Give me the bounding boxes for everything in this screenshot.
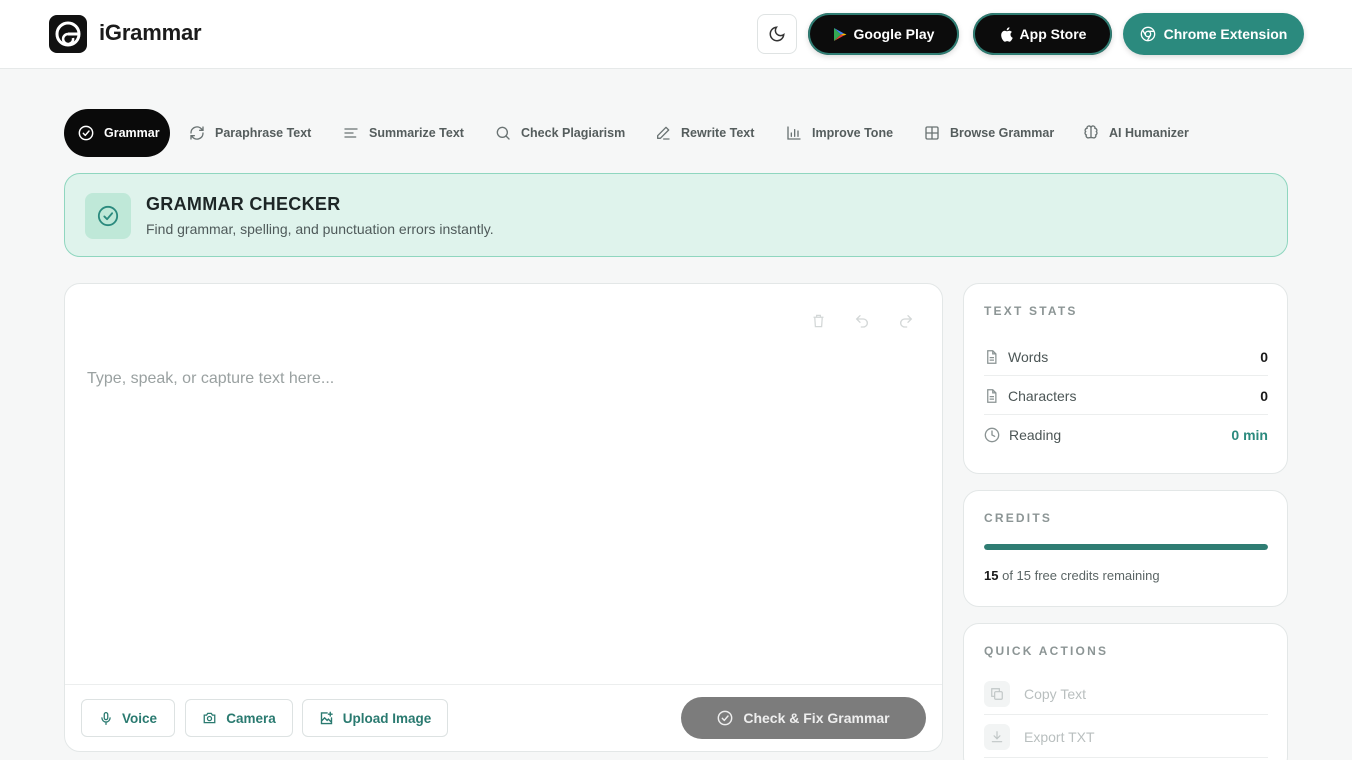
app-store-label: App Store: [1019, 26, 1087, 42]
credits-progress-bar: [984, 544, 1268, 550]
brain-icon: [1084, 125, 1098, 139]
download-icon: [991, 731, 1003, 743]
text-stats-card: TEXT STATS Words 0 Characters 0 Reading …: [963, 283, 1288, 474]
tab-label: Browse Grammar: [950, 126, 1055, 140]
apple-icon: [1000, 27, 1013, 42]
tab-rewrite[interactable]: Rewrite Text: [655, 109, 754, 157]
tab-label: Grammar: [104, 126, 160, 140]
voice-button[interactable]: Voice: [81, 699, 175, 737]
banner-icon-box: [85, 193, 131, 239]
camera-button[interactable]: Camera: [185, 699, 293, 737]
tab-improve-tone[interactable]: Improve Tone: [786, 109, 893, 157]
trash-icon: [813, 314, 823, 328]
app-store-button[interactable]: App Store: [973, 13, 1112, 55]
quick-actions-title: QUICK ACTIONS: [984, 644, 1109, 658]
tab-ai-humanizer[interactable]: AI Humanizer: [1083, 109, 1189, 157]
undo-icon: [855, 315, 868, 328]
grammar-checker-banner: GRAMMAR CHECKER Find grammar, spelling, …: [64, 173, 1288, 257]
tab-label: AI Humanizer: [1109, 126, 1189, 140]
stat-label: Characters: [1008, 387, 1077, 404]
credits-remaining-text: 15 of 15 free credits remaining: [984, 568, 1160, 583]
banner-subtitle: Find grammar, spelling, and punctuation …: [146, 221, 494, 237]
copy-text-button[interactable]: Copy Text: [984, 679, 1268, 709]
document-icon: [987, 388, 997, 403]
clock-icon: [984, 427, 1000, 442]
stat-label: Reading: [1009, 426, 1062, 443]
theme-toggle-button[interactable]: [757, 14, 797, 54]
chrome-extension-label: Chrome Extension: [1163, 26, 1288, 42]
upload-image-button[interactable]: Upload Image: [302, 699, 448, 737]
top-bar: iGrammar Google Play App Store Chrome Ex…: [0, 0, 1352, 69]
export-txt-label: Export TXT: [1024, 729, 1095, 745]
moon-icon: [769, 26, 785, 42]
editor-divider: [65, 684, 942, 685]
banner-title: GRAMMAR CHECKER: [146, 194, 341, 214]
text-editor-panel: Type, speak, or capture text here... Voi…: [64, 283, 943, 752]
credits-title: CREDITS: [984, 511, 1053, 525]
tab-summarize[interactable]: Summarize Text: [343, 109, 464, 157]
text-stats-title: TEXT STATS: [984, 304, 1078, 318]
check-fix-grammar-button[interactable]: Check & Fix Grammar: [681, 697, 926, 739]
align-left-icon: [344, 128, 358, 138]
undo-button[interactable]: [852, 311, 872, 331]
stat-row-characters: Characters 0: [984, 376, 1268, 415]
clear-button[interactable]: [808, 311, 828, 331]
copy-icon-box: [984, 681, 1010, 707]
credits-remaining-count: 15: [984, 568, 999, 583]
stat-value: 0 min: [1231, 426, 1268, 443]
grid-icon: [925, 126, 939, 140]
credits-card: CREDITS 15 of 15 free credits remaining: [963, 490, 1288, 607]
copy-text-label: Copy Text: [1024, 686, 1086, 702]
export-txt-button[interactable]: Export TXT: [984, 722, 1268, 752]
camera-label: Camera: [226, 710, 276, 726]
tab-label: Improve Tone: [812, 126, 894, 140]
check-fix-label: Check & Fix Grammar: [743, 710, 890, 726]
brand-name[interactable]: iGrammar: [99, 20, 202, 46]
pencil-icon: [657, 126, 670, 140]
check-circle-icon: [97, 205, 119, 227]
tab-plagiarism[interactable]: Check Plagiarism: [495, 109, 625, 157]
chrome-extension-button[interactable]: Chrome Extension: [1123, 13, 1304, 55]
google-play-label: Google Play: [853, 26, 935, 42]
google-play-button[interactable]: Google Play: [808, 13, 959, 55]
tab-grammar[interactable]: Grammar: [64, 109, 170, 157]
credits-remaining-suffix: of 15 free credits remaining: [1002, 568, 1160, 583]
tab-label: Summarize Text: [369, 126, 464, 140]
microphone-icon: [101, 711, 111, 725]
camera-icon: [203, 712, 216, 724]
stat-label: Words: [1008, 348, 1049, 365]
tab-browse-grammar[interactable]: Browse Grammar: [924, 109, 1054, 157]
bar-chart-icon: [787, 126, 801, 140]
check-circle-icon: [78, 125, 94, 141]
google-play-icon: [833, 27, 847, 41]
download-icon-box: [984, 724, 1010, 750]
logo-g-icon: [55, 21, 81, 47]
stat-row-words: Words 0: [984, 337, 1268, 376]
document-icon: [987, 349, 997, 364]
row-divider: [984, 714, 1268, 715]
tab-label: Paraphrase Text: [215, 126, 312, 140]
refresh-icon: [190, 126, 204, 140]
quick-actions-card: QUICK ACTIONS Copy Text Export TXT: [963, 623, 1288, 760]
check-circle-icon: [717, 710, 733, 726]
voice-label: Voice: [121, 710, 157, 726]
upload-image-label: Upload Image: [342, 710, 432, 726]
redo-icon: [900, 315, 913, 328]
logo[interactable]: [49, 15, 87, 53]
tab-label: Rewrite Text: [681, 126, 755, 140]
stat-row-reading: Reading 0 min: [984, 415, 1268, 454]
tab-label: Check Plagiarism: [521, 126, 626, 140]
image-plus-icon: [320, 711, 333, 724]
tab-paraphrase[interactable]: Paraphrase Text: [189, 109, 311, 157]
chrome-icon: [1140, 26, 1155, 42]
copy-icon: [991, 688, 1003, 700]
stat-value: 0: [1260, 348, 1268, 365]
redo-button[interactable]: [896, 311, 916, 331]
stat-value: 0: [1260, 387, 1268, 404]
text-input-area[interactable]: Type, speak, or capture text here...: [87, 370, 334, 388]
credits-progress-fill: [984, 544, 1268, 550]
row-divider: [984, 757, 1268, 758]
search-icon: [496, 126, 510, 140]
